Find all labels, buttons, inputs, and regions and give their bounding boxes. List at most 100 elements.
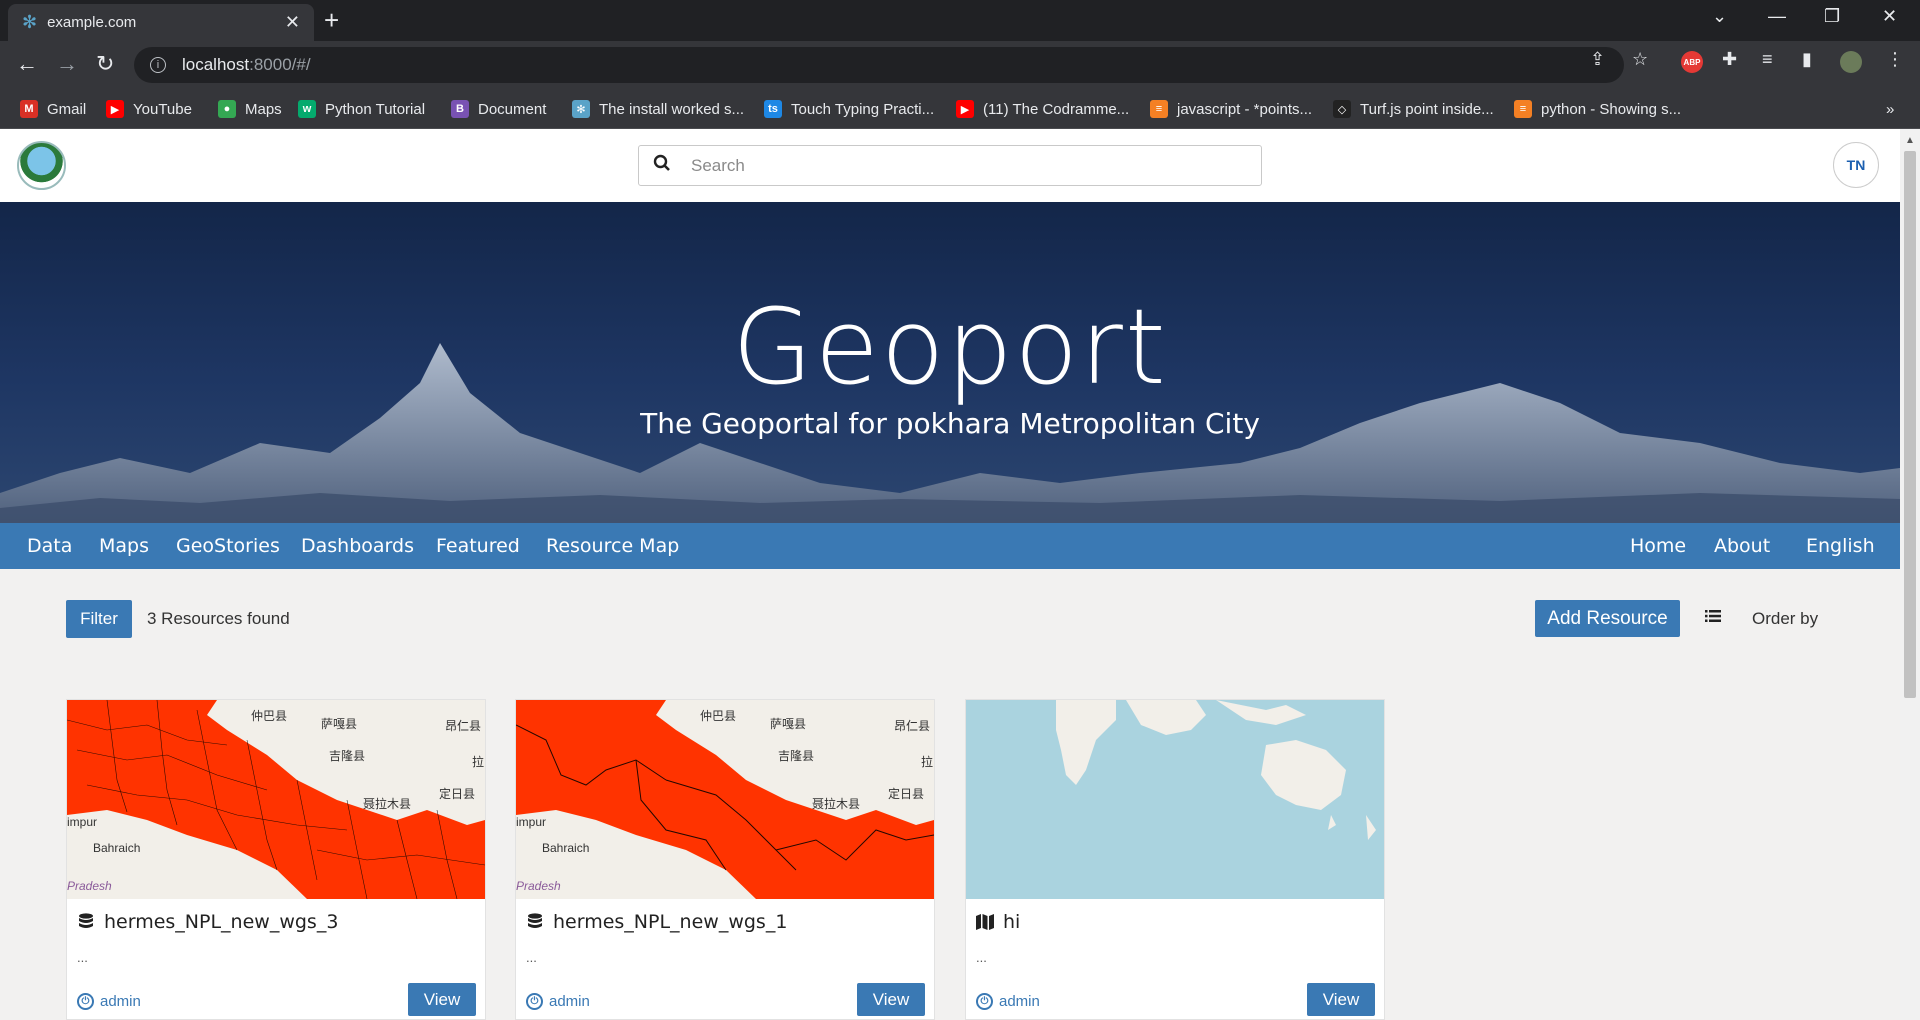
- site-info-icon[interactable]: i: [150, 57, 166, 73]
- new-tab-button[interactable]: +: [324, 7, 339, 33]
- map-label: 吉隆县: [329, 748, 365, 763]
- share-icon[interactable]: ⇪: [1590, 49, 1605, 70]
- menu-item-geostories[interactable]: GeoStories: [176, 523, 280, 569]
- stackoverflow-icon: ≡: [1514, 100, 1532, 118]
- map-label: Pradesh: [516, 879, 561, 893]
- map-label: 定日县: [888, 786, 924, 801]
- menu-item-data[interactable]: Data: [27, 523, 72, 569]
- profile-avatar-icon[interactable]: [1840, 51, 1862, 73]
- bookmark-item[interactable]: ts Touch Typing Practi...: [764, 89, 934, 129]
- menu-item-maps[interactable]: Maps: [99, 523, 149, 569]
- owner-name: admin: [999, 993, 1040, 1010]
- order-by-dropdown[interactable]: Order by: [1752, 609, 1818, 629]
- browser-tab[interactable]: ✻ example.com ✕: [8, 4, 314, 41]
- list-view-icon[interactable]: [1705, 607, 1721, 628]
- owner-name: admin: [549, 993, 590, 1010]
- map-label: 定日县: [439, 786, 475, 801]
- forward-icon[interactable]: →: [56, 51, 78, 77]
- bookmark-item[interactable]: ✻ The install worked s...: [572, 89, 744, 129]
- bookmark-item[interactable]: M Gmail: [20, 89, 86, 129]
- resource-thumbnail[interactable]: [966, 700, 1384, 899]
- bookmark-item[interactable]: ▶ (11) The Codramme...: [956, 89, 1129, 129]
- menu-item-about[interactable]: About: [1714, 523, 1770, 569]
- address-bar[interactable]: i localhost:8000/#/: [134, 47, 1624, 83]
- filter-button[interactable]: Filter: [66, 600, 132, 638]
- resource-owner[interactable]: ⏻ admin: [976, 993, 1040, 1010]
- url-path: :8000/#/: [249, 55, 311, 74]
- resource-card[interactable]: 仲巴县 萨嘎县 昂仁县 吉隆县 拉 定日县 聂拉木县 impur Bahraic…: [515, 699, 935, 1020]
- bookmark-star-icon[interactable]: ☆: [1632, 49, 1648, 70]
- typingclub-icon: ts: [764, 100, 782, 118]
- map-label: Bahraich: [93, 841, 140, 855]
- bookmark-label: python - Showing s...: [1541, 100, 1682, 118]
- resource-card[interactable]: 仲巴县 萨嘎县 昂仁县 吉隆县 拉 定日县 聂拉木县 impur Bahraic…: [66, 699, 486, 1020]
- hero-title: Geoport: [732, 286, 1168, 408]
- extensions-icon[interactable]: ✚: [1722, 49, 1737, 70]
- bookmark-label: Maps: [245, 100, 282, 118]
- main-menu: Data Maps GeoStories Dashboards Featured…: [0, 523, 1900, 569]
- language-selector[interactable]: English: [1806, 523, 1875, 569]
- resource-thumbnail[interactable]: 仲巴县 萨嘎县 昂仁县 吉隆县 拉 定日县 聂拉木县 impur Bahraic…: [516, 700, 934, 899]
- menu-item-home[interactable]: Home: [1630, 523, 1686, 569]
- view-button[interactable]: View: [1307, 983, 1375, 1016]
- bookmark-item[interactable]: ● Maps: [218, 89, 282, 129]
- restore-icon[interactable]: ❐: [1824, 6, 1840, 27]
- back-icon[interactable]: ←: [16, 51, 38, 77]
- resource-title[interactable]: hi: [976, 911, 1020, 933]
- search-bar[interactable]: [638, 145, 1262, 186]
- bookmark-label: (11) The Codramme...: [983, 100, 1130, 118]
- resource-title[interactable]: hermes_NPL_new_wgs_3: [77, 911, 338, 933]
- database-icon: [528, 913, 542, 928]
- tab-search-icon[interactable]: ⌄: [1712, 6, 1727, 27]
- owner-name: admin: [100, 993, 141, 1010]
- menu-item-featured[interactable]: Featured: [436, 523, 520, 569]
- django-icon: ✻: [572, 100, 590, 118]
- menu-item-resource-map[interactable]: Resource Map: [546, 523, 679, 569]
- resource-thumbnail[interactable]: 仲巴县 萨嘎县 昂仁县 吉隆县 拉 定日县 聂拉木县 impur Bahraic…: [67, 700, 485, 899]
- resource-title[interactable]: hermes_NPL_new_wgs_1: [526, 911, 787, 933]
- close-tab-icon[interactable]: ✕: [285, 12, 300, 33]
- page-scrollbar[interactable]: ▲: [1900, 129, 1920, 1020]
- map-icon: [976, 914, 994, 930]
- adblock-icon[interactable]: ABP: [1681, 51, 1703, 73]
- bookmark-item[interactable]: ▶ YouTube: [106, 89, 192, 129]
- view-button[interactable]: View: [408, 983, 476, 1016]
- bookmark-item[interactable]: B Document: [451, 89, 546, 129]
- map-label: 萨嘎县: [321, 717, 357, 731]
- menu-item-dashboards[interactable]: Dashboards: [301, 523, 414, 569]
- user-avatar[interactable]: TN: [1833, 142, 1879, 188]
- bookmark-item[interactable]: w Python Tutorial: [298, 89, 425, 129]
- chrome-menu-icon[interactable]: ⋮: [1886, 49, 1904, 70]
- minimize-icon[interactable]: —: [1768, 6, 1786, 27]
- resource-title-text: hi: [1003, 911, 1021, 933]
- bookmark-label: javascript - *points...: [1177, 100, 1313, 118]
- bookmark-item[interactable]: ≡ javascript - *points...: [1150, 89, 1312, 129]
- browser-tab-bar: ✻ example.com ✕ + ⌄ — ❐ ✕: [0, 0, 1920, 41]
- map-label: 拉: [472, 754, 484, 769]
- user-power-icon: ⏻: [526, 993, 543, 1010]
- resource-owner[interactable]: ⏻ admin: [77, 993, 141, 1010]
- more-bookmarks-button[interactable]: »: [1886, 89, 1894, 129]
- site-logo[interactable]: [17, 141, 66, 190]
- search-input[interactable]: [691, 155, 1231, 176]
- map-label: 仲巴县: [251, 709, 287, 723]
- map-label: Bahraich: [542, 841, 589, 855]
- url-host: localhost: [182, 55, 250, 74]
- view-button[interactable]: View: [857, 983, 925, 1016]
- close-window-icon[interactable]: ✕: [1882, 6, 1897, 27]
- add-resource-button[interactable]: Add Resource: [1535, 600, 1680, 637]
- side-panel-icon[interactable]: ▮: [1802, 49, 1812, 70]
- resource-owner[interactable]: ⏻ admin: [526, 993, 590, 1010]
- resource-card[interactable]: hi ... ⏻ admin View: [965, 699, 1385, 1020]
- bookmark-item[interactable]: ◇ Turf.js point inside...: [1333, 89, 1494, 129]
- scrollbar-thumb[interactable]: [1904, 151, 1916, 698]
- w3schools-icon: w: [298, 100, 316, 118]
- media-control-icon[interactable]: ≡: [1762, 49, 1773, 70]
- tab-title: example.com: [47, 14, 137, 31]
- map-label: 昂仁县: [894, 719, 930, 733]
- resource-count: 3 Resources found: [147, 609, 290, 628]
- reload-icon[interactable]: ↻: [96, 51, 114, 77]
- scroll-up-icon[interactable]: ▲: [1905, 135, 1915, 146]
- bookmark-item[interactable]: ≡ python - Showing s...: [1514, 89, 1681, 129]
- youtube-icon: ▶: [106, 100, 124, 118]
